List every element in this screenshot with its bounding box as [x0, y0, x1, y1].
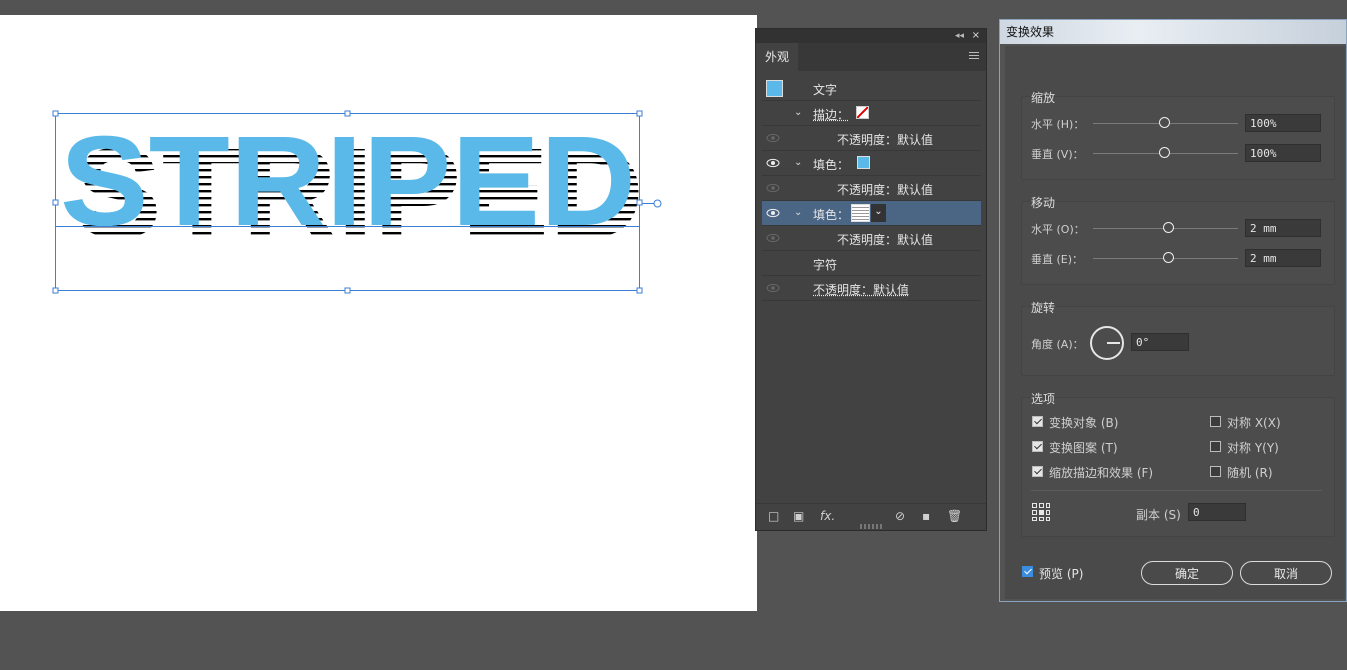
appearance-panel: ◂◂ × 外观 文字 ⌄ 描边： 不透明度：默认值 ⌄ 填色： 不透明度：默认值… [755, 28, 987, 531]
move-vertical-input[interactable]: 2 mm [1245, 249, 1321, 267]
chevron-down-icon[interactable]: ⌄ [794, 157, 802, 168]
row-label[interactable]: 填色： [813, 206, 849, 223]
reference-point-icon[interactable] [1031, 502, 1051, 522]
transform-effect-dialog: 变换效果 缩放 水平 (H)： 100% 垂直 (V)： 100% 移动 水平 … [999, 19, 1347, 602]
clear-appearance-icon[interactable]: ⊘ [895, 509, 905, 523]
panel-resize-grip[interactable] [860, 524, 884, 529]
scale-strokes-label[interactable]: 缩放描边和效果 (F) [1049, 464, 1153, 481]
add-stroke-icon[interactable]: □ [768, 509, 779, 523]
scale-horizontal-input[interactable]: 100% [1245, 114, 1321, 132]
random-label[interactable]: 随机 (R) [1227, 464, 1273, 481]
fx-icon[interactable]: fx. [820, 509, 835, 523]
scale-horizontal-label: 水平 (H)： [1031, 118, 1085, 131]
none-swatch-icon[interactable] [856, 106, 869, 119]
copies-input[interactable]: 0 [1188, 503, 1246, 521]
appearance-row-characters[interactable]: 字符 [762, 251, 981, 276]
transform-objects-checkbox[interactable] [1032, 416, 1043, 427]
appearance-row-opacity[interactable]: 不透明度：默认值 [762, 276, 981, 301]
rotate-angle-label: 角度 (A)： [1031, 338, 1084, 351]
appearance-row-opacity[interactable]: 不透明度：默认值 [762, 126, 981, 151]
row-label[interactable]: 描边： [813, 106, 849, 123]
appearance-row-stroke[interactable]: ⌄ 描边： [762, 101, 981, 126]
move-vertical-knob[interactable] [1163, 252, 1174, 263]
preview-checkbox[interactable] [1022, 566, 1033, 577]
eye-icon[interactable] [766, 208, 780, 218]
type-color-swatch [766, 80, 783, 97]
options-group-title: 选项 [1031, 392, 1056, 406]
random-checkbox[interactable] [1210, 466, 1221, 477]
appearance-row-fill[interactable]: ⌄ 填色： [762, 151, 981, 176]
striped-main-text[interactable]: STRIPED [60, 110, 636, 253]
dialog-body: 缩放 水平 (H)： 100% 垂直 (V)： 100% 移动 水平 (O)： … [1005, 46, 1345, 599]
ok-button[interactable]: 确定 [1141, 561, 1233, 585]
panel-menu-icon[interactable] [969, 50, 979, 61]
scale-vertical-knob[interactable] [1159, 147, 1170, 158]
appearance-row-opacity[interactable]: 不透明度：默认值 [762, 176, 981, 201]
eye-icon[interactable] [766, 283, 780, 293]
eye-icon[interactable] [766, 183, 780, 193]
chevron-down-icon[interactable]: ⌄ [794, 207, 802, 218]
artwork-canvas[interactable]: STRIPED STRIPED [0, 15, 757, 611]
reflect-x-label[interactable]: 对称 X(X) [1227, 414, 1281, 431]
dialog-title[interactable]: 变换效果 [1000, 20, 1346, 44]
scale-vertical-input[interactable]: 100% [1245, 144, 1321, 162]
preview-label[interactable]: 预览 (P) [1039, 565, 1083, 582]
add-fill-icon[interactable]: ▣ [793, 509, 804, 523]
panel-tab-bar: 外观 [756, 43, 986, 71]
close-panel-icon[interactable]: × [972, 29, 980, 43]
row-label[interactable]: 不透明度：默认值 [837, 231, 933, 248]
row-label: 文字 [813, 83, 838, 97]
copies-label: 副本 (S) [1136, 508, 1181, 522]
rotate-angle-input[interactable]: 0° [1131, 333, 1189, 351]
striped-pattern-swatch-icon[interactable] [851, 204, 870, 222]
row-label[interactable]: 字符 [813, 256, 837, 273]
appearance-list: 文字 ⌄ 描边： 不透明度：默认值 ⌄ 填色： 不透明度：默认值 ⌄ 填色： ⌄… [762, 76, 981, 301]
eye-icon[interactable] [766, 133, 780, 143]
reflect-y-checkbox[interactable] [1210, 441, 1221, 452]
options-divider [1031, 490, 1322, 491]
scale-strokes-checkbox[interactable] [1032, 466, 1043, 477]
move-group [1021, 201, 1335, 285]
transform-patterns-label[interactable]: 变换图案 (T) [1049, 439, 1118, 456]
swatch-dropdown-icon[interactable]: ⌄ [871, 204, 886, 222]
reflect-x-checkbox[interactable] [1210, 416, 1221, 427]
tab-appearance[interactable]: 外观 [756, 43, 798, 71]
scale-group [1021, 96, 1335, 180]
eye-icon[interactable] [766, 233, 780, 243]
chevron-down-icon[interactable]: ⌄ [794, 107, 802, 118]
row-label[interactable]: 填色： [813, 156, 849, 173]
collapse-panel-icon[interactable]: ◂◂ [955, 29, 964, 43]
row-label[interactable]: 不透明度：默认值 [837, 181, 933, 198]
scale-vertical-label: 垂直 (V)： [1031, 148, 1084, 161]
blue-swatch-icon[interactable] [857, 156, 870, 169]
move-horizontal-label: 水平 (O)： [1031, 223, 1085, 236]
duplicate-item-icon[interactable]: ▪ [922, 509, 930, 523]
move-vertical-label: 垂直 (E)： [1031, 253, 1084, 266]
row-label[interactable]: 不透明度：默认值 [837, 131, 933, 148]
move-horizontal-knob[interactable] [1163, 222, 1174, 233]
scale-group-title: 缩放 [1031, 91, 1056, 105]
rotate-group-title: 旋转 [1031, 301, 1056, 315]
eye-icon[interactable] [766, 158, 780, 168]
appearance-row-type[interactable]: 文字 [762, 76, 981, 101]
scale-horizontal-knob[interactable] [1159, 117, 1170, 128]
reflect-y-label[interactable]: 对称 Y(Y) [1227, 439, 1279, 456]
cancel-button[interactable]: 取消 [1240, 561, 1332, 585]
artboard[interactable]: STRIPED STRIPED [0, 15, 757, 611]
move-horizontal-input[interactable]: 2 mm [1245, 219, 1321, 237]
delete-icon[interactable]: 🗑 [947, 509, 962, 523]
transform-patterns-checkbox[interactable] [1032, 441, 1043, 452]
move-group-title: 移动 [1031, 196, 1056, 210]
transform-objects-label[interactable]: 变换对象 (B) [1049, 414, 1118, 431]
angle-dial-icon[interactable] [1089, 325, 1125, 361]
row-label[interactable]: 不透明度：默认值 [813, 281, 909, 298]
appearance-row-opacity[interactable]: 不透明度：默认值 [762, 226, 981, 251]
appearance-row-fill-selected[interactable]: ⌄ 填色： ⌄ [762, 201, 981, 226]
panel-top-bar: ◂◂ × [756, 29, 986, 43]
